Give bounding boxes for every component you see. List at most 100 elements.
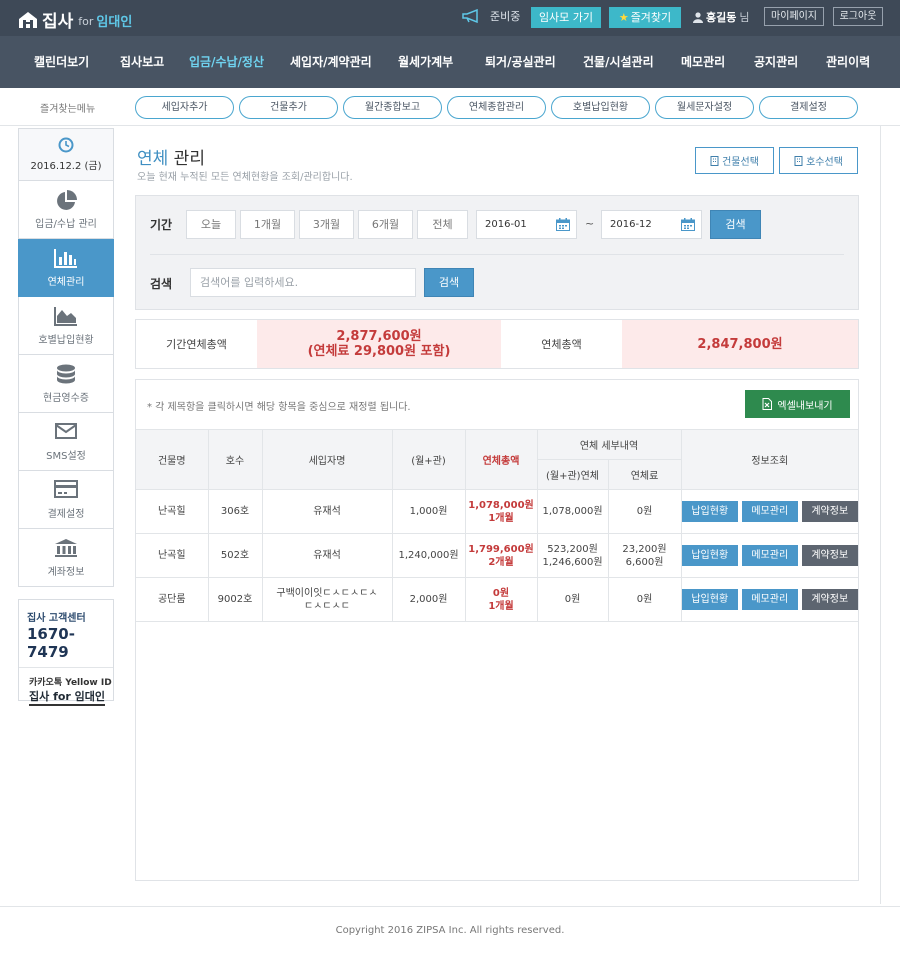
calendar-icon[interactable]	[681, 218, 695, 231]
nav-notice[interactable]: 공지관리	[754, 53, 798, 70]
nav-rent-book[interactable]: 월세가계부	[398, 53, 453, 70]
excel-export-button[interactable]: 엑셀내보내기	[745, 390, 850, 418]
database-icon	[57, 364, 75, 384]
sidebar-item-payment[interactable]: 입금/수납 관리	[18, 181, 114, 239]
sidebar-item-overdue[interactable]: 연체관리	[18, 239, 114, 297]
memo-button[interactable]: 메모관리	[741, 501, 798, 522]
favorites-label: 즐겨찾기	[630, 11, 672, 24]
nav-report[interactable]: 집사보고	[120, 53, 164, 70]
excel-export-label: 엑셀내보내기	[777, 400, 833, 412]
payment-status-button[interactable]: 납입현황	[681, 545, 738, 566]
nav-tenant[interactable]: 세입자/계약관리	[290, 53, 372, 70]
keyword-search-button[interactable]: 검색	[424, 268, 474, 297]
nav-building[interactable]: 건물/시설관리	[583, 53, 654, 70]
cell-actions: 납입현황 메모관리 계약정보	[680, 489, 859, 534]
user-suffix: 님	[739, 11, 750, 24]
date-from-value: 2016-01	[485, 219, 527, 230]
excel-file-icon	[762, 398, 773, 410]
nav-history[interactable]: 관리이력	[826, 53, 870, 70]
cell-unit: 502호	[207, 533, 263, 578]
period-1month-button[interactable]: 1개월	[240, 210, 295, 239]
favorites-button[interactable]: ★ 즐겨찾기	[609, 7, 681, 28]
user-icon	[693, 11, 703, 23]
fav-monthly-report[interactable]: 월간종합보고	[343, 96, 442, 119]
calendar-icon[interactable]	[556, 218, 570, 231]
overdue-amount: 1,799,600원	[468, 543, 534, 555]
col-unit[interactable]: 호수	[207, 429, 263, 490]
cell-building: 난곡힐	[136, 533, 209, 578]
cell-building: 공단룸	[136, 577, 209, 622]
sidebar-item-account[interactable]: 계좌정보	[18, 529, 114, 587]
imsamo-button[interactable]: 임사모 가기	[531, 7, 601, 28]
logout-button[interactable]: 로그아웃	[833, 7, 883, 26]
memo-button[interactable]: 메모관리	[741, 545, 798, 566]
nav-memo[interactable]: 메모관리	[681, 53, 725, 70]
filter-panel: 기간 오늘 1개월 3개월 6개월 전체 2016-01 ~ 2016-12 검…	[135, 195, 859, 310]
payment-status-button[interactable]: 납입현황	[681, 589, 738, 610]
sidebar: 2016.12.2 (금) 입금/수납 관리 연체관리 호별납입현황 현금영수증…	[18, 128, 114, 706]
sort-note: * 각 제목항을 클릭하시면 해당 항목을 중심으로 재정렬 됩니다.	[147, 402, 411, 413]
sidebar-item-sms[interactable]: SMS설정	[18, 413, 114, 471]
page-title: 연체 관리	[137, 144, 205, 169]
logo[interactable]: 집사 for 임대인	[18, 7, 132, 32]
col-detail-rent[interactable]: (월+관)연체	[537, 459, 609, 490]
period-total-fee: (연체료 29,800원 포함)	[307, 344, 451, 359]
col-detail-fee[interactable]: 연체료	[607, 459, 682, 490]
memo-button[interactable]: 메모관리	[741, 589, 798, 610]
envelope-icon	[55, 423, 77, 439]
detail-rent-line: 1,078,000원	[542, 506, 603, 517]
fav-add-building[interactable]: 건물추가	[239, 96, 338, 119]
favorites-bar: 즐겨찾는메뉴 세입자추가 건물추가 월간종합보고 연체종합관리 호별납입현황 월…	[0, 88, 900, 126]
table-row: 공단룸 9002호 구백이이잇ㄷㅅㄷㅅㄷㅅ ㄷㅅㄷㅅㄷ 2,000원 0원 1개…	[136, 577, 859, 622]
period-3month-button[interactable]: 3개월	[299, 210, 354, 239]
sidebar-date: 2016.12.2 (금)	[30, 161, 102, 172]
building-select-button[interactable]: 건물선택	[695, 147, 774, 174]
contract-info-button[interactable]: 계약정보	[801, 589, 858, 610]
period-today-button[interactable]: 오늘	[186, 210, 236, 239]
date-from-input[interactable]: 2016-01	[476, 210, 577, 239]
area-chart-icon	[54, 307, 77, 326]
contract-info-button[interactable]: 계약정보	[801, 501, 858, 522]
fav-add-tenant[interactable]: 세입자추가	[135, 96, 234, 119]
period-search-button[interactable]: 검색	[710, 210, 761, 239]
favorites-bar-label: 즐겨찾는메뉴	[40, 104, 96, 115]
search-input[interactable]: 검색어를 입력하세요.	[190, 268, 416, 297]
cs-phone: 1670-7479	[27, 625, 75, 661]
sidebar-item-billing[interactable]: 결제설정	[18, 471, 114, 529]
user-info: 홍길동 님	[693, 9, 750, 25]
cell-actions: 납입현황 메모관리 계약정보	[680, 533, 859, 578]
building-select-label: 건물선택	[722, 157, 759, 168]
col-tenant[interactable]: 세입자명	[261, 429, 393, 490]
overdue-months: 2개월	[488, 556, 514, 568]
col-building[interactable]: 건물명	[136, 429, 209, 490]
sidebar-item-unit-payment[interactable]: 호별납입현황	[18, 297, 114, 355]
fav-sms[interactable]: 월세문자설정	[655, 96, 754, 119]
cell-detail-fee: 23,200원 6,600원	[607, 533, 682, 578]
cell-unit: 306호	[207, 489, 263, 534]
nav-vacancy[interactable]: 퇴거/공실관리	[485, 53, 556, 70]
mypage-button[interactable]: 마이페이지	[764, 7, 824, 26]
logo-tag: 임대인	[96, 14, 133, 30]
period-all-button[interactable]: 전체	[417, 210, 468, 239]
nav-payment[interactable]: 입금/수납/정산	[189, 53, 264, 70]
nav-calendar[interactable]: 캘린더보기	[34, 53, 89, 70]
payment-status-button[interactable]: 납입현황	[681, 501, 738, 522]
period-6month-button[interactable]: 6개월	[358, 210, 413, 239]
date-to-input[interactable]: 2016-12	[601, 210, 702, 239]
top-bar: 집사 for 임대인 준비중 임사모 가기 ★ 즐겨찾기 홍길동 님 마이페이지 …	[0, 0, 900, 36]
sidebar-item-receipt[interactable]: 현금영수증	[18, 355, 114, 413]
col-detail-group: 연체 세부내역	[536, 429, 682, 460]
detail-fee-line: 6,600원	[625, 556, 664, 568]
table-row: 난곡힐 502호 유재석 1,240,000원 1,799,600원 2개월 5…	[136, 533, 859, 578]
fav-billing[interactable]: 결제설정	[759, 96, 858, 119]
fav-overdue[interactable]: 연체종합관리	[447, 96, 546, 119]
col-info: 정보조회	[680, 429, 859, 490]
col-overdue-total[interactable]: 연체총액	[464, 429, 538, 490]
col-rent[interactable]: (월+관)	[391, 429, 466, 490]
overdue-amount: 0원	[492, 587, 510, 599]
unit-select-button[interactable]: 호수선택	[779, 147, 858, 174]
cs-title: 고객센터	[48, 613, 86, 624]
total-label: 연체총액	[541, 338, 582, 351]
fav-unit-payment[interactable]: 호별납입현황	[551, 96, 650, 119]
contract-info-button[interactable]: 계약정보	[801, 545, 858, 566]
